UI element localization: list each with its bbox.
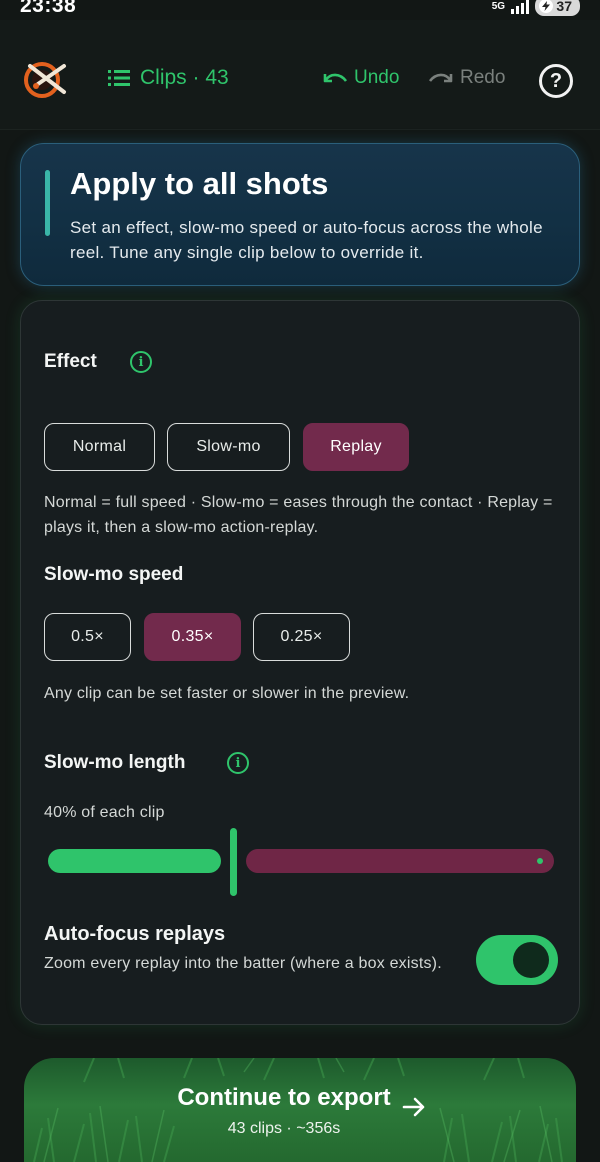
slider-track-filled[interactable] [48, 849, 221, 873]
effect-info-icon[interactable]: i [130, 351, 152, 373]
undo-label: Undo [354, 67, 400, 88]
banner-title: Apply to all shots [70, 166, 329, 201]
slider-handle[interactable] [230, 828, 237, 896]
battery-icon: 37 [535, 0, 580, 16]
banner-subtitle: Set an effect, slow-mo speed or auto-foc… [70, 218, 543, 262]
length-value-label: 40% of each clip [44, 804, 165, 821]
charging-icon [539, 0, 554, 13]
autofocus-toggle[interactable] [476, 935, 558, 985]
continue-to-export-button[interactable]: Continue to export 43 clips · ~356s [24, 1058, 576, 1162]
signal-icon [511, 0, 530, 14]
redo-button[interactable]: Redo [428, 67, 505, 89]
settings-card: Effect i Normal Slow-mo Replay Normal = … [20, 300, 580, 1025]
clips-button[interactable]: Clips · 43 [108, 66, 229, 90]
list-icon [108, 70, 130, 86]
help-icon[interactable]: ? [539, 64, 573, 98]
undo-icon [323, 73, 348, 83]
effect-option-normal[interactable]: Normal [44, 423, 155, 471]
clips-label: Clips · 43 [140, 66, 229, 89]
effect-option-slowmo[interactable]: Slow-mo [167, 423, 290, 471]
toggle-knob [513, 942, 549, 978]
speed-option-0-5[interactable]: 0.5× [44, 613, 131, 661]
network-type-icon: 5G [491, 0, 506, 12]
length-title: Slow-mo length [44, 752, 186, 773]
status-time: 23:38 [20, 0, 77, 17]
cta-subtitle: 43 clips · ~356s [227, 1120, 341, 1137]
app-logo-icon[interactable] [22, 56, 70, 102]
battery-level: 37 [556, 0, 572, 14]
redo-label: Redo [460, 67, 506, 88]
slider-end-dot [537, 858, 543, 864]
length-info-icon[interactable]: i [227, 752, 249, 774]
speed-description: Any clip can be set faster or slower in … [44, 685, 410, 702]
speed-title: Slow-mo speed [44, 564, 184, 585]
undo-button[interactable]: Undo [322, 67, 399, 89]
effect-option-replay[interactable]: Replay [303, 423, 409, 471]
cta-title: Continue to export [177, 1084, 391, 1111]
autofocus-description: Zoom every replay into the batter (where… [44, 955, 442, 972]
speed-option-0-25[interactable]: 0.25× [253, 613, 350, 661]
effect-title: Effect [44, 351, 97, 372]
status-bar: 23:38 5G 37 [0, 0, 600, 20]
apply-all-banner: Apply to all shots Set an effect, slow-m… [20, 143, 580, 286]
banner-accent-bar [45, 170, 50, 236]
speed-option-0-35[interactable]: 0.35× [144, 613, 241, 661]
slider-track-remaining[interactable] [246, 849, 554, 873]
autofocus-title: Auto-focus replays [44, 923, 226, 945]
top-app-bar: Clips · 43 Undo Redo ? [0, 20, 600, 130]
effect-description: Normal = full speed · Slow-mo = eases th… [44, 494, 553, 536]
app-screen: 23:38 5G 37 Clips · 43 Undo Redo ? Apply… [0, 0, 600, 1162]
arrow-right-icon [402, 1097, 425, 1117]
redo-icon [428, 73, 453, 83]
system-icons: 5G 37 [491, 0, 580, 16]
